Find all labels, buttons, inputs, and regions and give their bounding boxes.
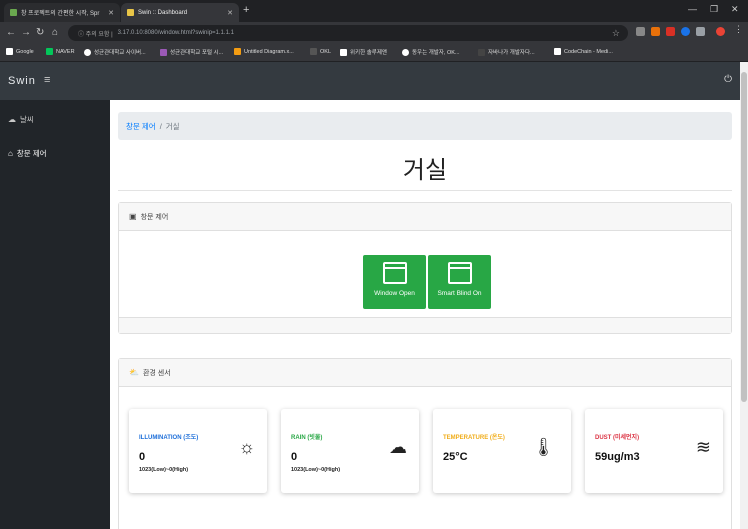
new-tab-button[interactable]: + [243,4,249,16]
brand-logo[interactable]: Swin [8,75,36,87]
sensor-card-rain: RAIN (빗물) 0 1023(Low)~0(High) ☁ [281,409,419,493]
extension-icon[interactable] [666,27,675,36]
card-title: 창문 제어 [140,213,169,221]
bookmark-item[interactable]: Google [6,48,34,55]
back-icon[interactable]: ← [6,27,16,38]
home-icon[interactable]: ⌂ [52,27,58,38]
bookmark-item[interactable]: CodeChain - Medi... [554,48,613,55]
sensor-value: 25°C [443,451,468,463]
tab-favicon-icon [10,9,17,16]
close-tab-icon[interactable]: ✕ [108,9,114,17]
bookmarks-bar: Google NAVER 성균관대학교 사이버... 성균관대학교 포털 시..… [0,44,748,62]
close-tab-icon[interactable]: ✕ [227,9,233,17]
maximize-icon[interactable]: ❐ [710,4,718,15]
card-title: 환경 센서 [142,369,171,377]
button-label: Window Open [374,290,415,297]
sensor-card-temperature: TEMPERATURE (온도) 25°C 🌡 [433,409,571,493]
card-header: ⛅ 환경 센서 [119,359,731,387]
app-navbar: Swin ≡ ⏻ [0,62,748,100]
sensor-card-dust: DUST (미세먼지) 59ug/m3 ≋ [585,409,723,493]
browser-tab-bar: 창 프로젝트의 간편한 시작, Spr ✕ Swin :: Dashboard … [0,0,748,22]
sidebar-item-label: 창문 제어 [16,149,47,158]
menu-toggle-icon[interactable]: ≡ [44,74,50,86]
sensor-card-illumination: ILLUMINATION (조도) 0 1023(Low)~0(High) ☼ [129,409,267,493]
sidebar-item-weather[interactable]: ☁ 날씨 [8,114,34,125]
bookmark-item[interactable]: 자바나가 개발자다... [478,48,535,56]
tab-favicon-icon [127,9,134,16]
bookmark-item[interactable]: 위키한 솔루제앤 [340,48,387,56]
extension-icon[interactable] [636,27,645,36]
sensor-range: 1023(Low)~0(High) [291,467,341,473]
home-icon: ⌂ [8,149,13,158]
sensor-range: 1023(Low)~0(High) [139,467,189,473]
browser-tab-1[interactable]: 창 프로젝트의 간편한 시작, Spr ✕ [4,3,120,22]
thermometer-icon: 🌡 [532,437,555,457]
main-content: 창문 제어 / 거실 거실 ▣ 창문 제어 Window Open Smart … [110,100,740,529]
bookmark-item[interactable]: Untitled Diagram.x... [234,48,294,55]
calendar-icon: ▣ [129,212,137,221]
smart-blind-on-button[interactable]: Smart Blind On [428,255,491,309]
extension-icon[interactable] [651,27,660,36]
sensor-value: 0 [291,451,298,463]
cloud-icon: ☁ [8,115,16,124]
extension-icon[interactable] [681,27,690,36]
card-footer [119,317,731,333]
breadcrumb: 창문 제어 / 거실 [118,112,732,140]
security-indicator[interactable]: ⓘ 주의 요함 | [78,29,113,38]
forward-icon[interactable]: → [21,27,31,38]
bookmark-item[interactable]: 성균관대학교 포털 시... [160,48,223,56]
sensor-label: DUST (미세먼지) [595,435,640,441]
window-icon [447,262,472,284]
profile-avatar[interactable] [716,27,725,36]
rain-cloud-icon: ☁ [389,437,407,457]
sensor-label: TEMPERATURE (온도) [443,435,505,441]
divider [118,190,732,191]
cloud-sun-icon: ⛅ [129,368,139,377]
sun-icon: ☼ [238,437,256,457]
scrollbar-thumb[interactable] [741,72,747,402]
browser-tab-2[interactable]: Swin :: Dashboard ✕ [121,3,239,22]
tab-title: 창 프로젝트의 간편한 시작, Spr [21,11,100,17]
page-title: 거실 [402,157,448,184]
environment-sensor-card: ⛅ 환경 센서 ILLUMINATION (조도) 0 1023(Low)~0(… [118,358,732,529]
breadcrumb-link[interactable]: 창문 제어 [126,121,156,132]
bookmark-item[interactable]: 동우는 개발자, OK... [402,48,459,56]
minimize-icon[interactable]: — [688,4,697,14]
bookmark-item[interactable]: NAVER [46,48,75,55]
sidebar-item-window-control[interactable]: ⌂ 창문 제어 [8,148,47,159]
power-icon[interactable]: ⏻ [724,74,732,85]
button-label: Smart Blind On [437,290,482,297]
sidebar-item-label: 날씨 [20,115,34,124]
bookmark-item[interactable]: OKL [310,48,331,55]
wind-icon: ≋ [695,437,711,457]
sidebar: ☁ 날씨 ⌂ 창문 제어 [0,100,110,529]
tab-title: Swin :: Dashboard [138,9,188,16]
url-text: 3.17.0.10:8080/window.html?swinip=1.1.1.… [117,30,234,36]
bookmark-item[interactable]: 성균관대학교 사이버... [84,48,146,56]
sensor-value: 59ug/m3 [595,451,640,463]
card-header: ▣ 창문 제어 [119,203,731,231]
breadcrumb-current: 거실 [165,121,180,131]
bookmark-star-icon[interactable]: ☆ [612,28,620,39]
address-bar[interactable]: ⓘ 주의 요함 | 3.17.0.10:8080/window.html?swi… [68,25,628,41]
window-control-card: ▣ 창문 제어 Window Open Smart Blind On [118,202,732,334]
menu-kebab-icon[interactable]: ⋮ [734,24,743,34]
window-icon [382,262,407,284]
reload-icon[interactable]: ↻ [36,27,44,38]
sensor-value: 0 [139,451,146,463]
breadcrumb-separator: / [159,121,162,131]
extension-icon[interactable] [696,27,705,36]
close-window-icon[interactable]: ✕ [731,4,739,15]
window-open-button[interactable]: Window Open [363,255,426,309]
sensor-label: RAIN (빗물) [291,435,323,441]
sensor-label: ILLUMINATION (조도) [139,435,199,441]
